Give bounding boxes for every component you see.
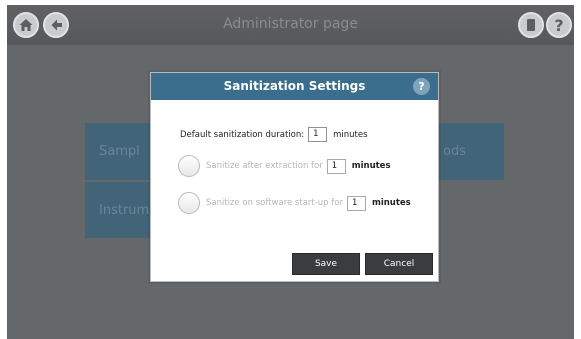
after-extraction-label: Sanitize after extraction for <box>206 161 323 171</box>
startup-row: Sanitize on software start-up for 1 minu… <box>178 192 411 214</box>
dialog-title: Sanitization Settings <box>223 79 366 93</box>
question-icon: ? <box>418 80 425 93</box>
default-duration-input[interactable]: 1 <box>308 127 328 142</box>
top-bar: Administrator page ? <box>7 5 574 45</box>
startup-unit: minutes <box>371 198 411 208</box>
cancel-button[interactable]: Cancel <box>365 253 433 275</box>
after-extraction-radio[interactable] <box>178 155 200 177</box>
dialog-header: Sanitization Settings <box>151 73 438 100</box>
help-icon: ? <box>554 15 564 35</box>
default-duration-label: Default sanitization duration: <box>180 129 305 140</box>
startup-label: Sanitize on software start-up for <box>206 198 343 208</box>
help-button[interactable]: ? <box>546 12 572 38</box>
after-extraction-unit: minutes <box>351 161 391 171</box>
startup-radio[interactable] <box>178 192 200 214</box>
save-button[interactable]: Save <box>292 253 360 275</box>
sanitization-dialog: Sanitization Settings ? Default sanitiza… <box>150 72 439 282</box>
after-extraction-row: Sanitize after extraction for 1 minutes <box>178 155 391 177</box>
default-duration-row: Default sanitization duration: 1 minutes <box>180 127 368 142</box>
document-button[interactable] <box>518 12 544 38</box>
document-icon <box>527 19 535 31</box>
default-duration-unit: minutes <box>333 129 368 140</box>
dialog-help-button[interactable]: ? <box>413 78 430 95</box>
page-title: Administrator page <box>223 16 358 32</box>
startup-input[interactable]: 1 <box>346 195 366 211</box>
after-extraction-input[interactable]: 1 <box>326 158 346 174</box>
